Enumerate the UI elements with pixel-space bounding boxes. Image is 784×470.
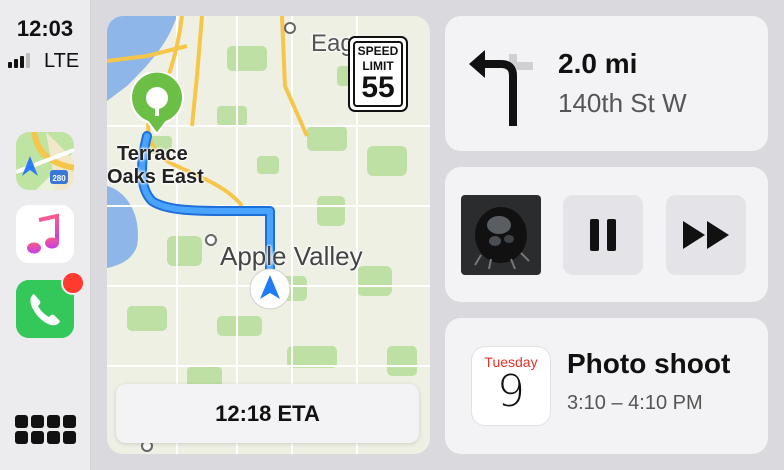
maps-app-icon[interactable]: 280 (16, 132, 74, 190)
event-title: Photo shoot (567, 348, 731, 379)
album-artwork[interactable] (461, 195, 541, 275)
notification-badge (61, 271, 85, 295)
maneuver-street: 140th St W (558, 88, 687, 118)
dock-sidebar: 12:03 LTE 280 (0, 0, 91, 470)
app-grid-icon[interactable] (15, 415, 76, 444)
svg-text:280: 280 (52, 174, 66, 183)
map-label-oaks-east: Oaks East (107, 166, 204, 188)
music-app-icon[interactable] (16, 205, 74, 263)
tree-icon[interactable] (128, 72, 186, 138)
event-time: 3:10 – 4:10 PM (567, 392, 703, 414)
navigation-card[interactable]: 2.0 mi 140th St W (445, 16, 768, 151)
signal-strength-icon (8, 53, 30, 68)
navigation-arrow-icon (248, 267, 292, 311)
calendar-date: 9 (497, 366, 525, 417)
pause-button[interactable] (563, 195, 643, 275)
turn-left-icon (467, 46, 539, 126)
map-view[interactable]: Eag Terrace Oaks East Apple Valley SPEED… (107, 16, 430, 454)
network-type: LTE (44, 50, 80, 72)
pause-icon (590, 219, 616, 251)
next-track-button[interactable] (666, 195, 746, 275)
speed-limit-value: 55 (361, 71, 395, 104)
now-playing-card (445, 167, 768, 302)
eta-button[interactable]: 12:18 ETA (116, 384, 419, 443)
speed-limit-sign: SPEED LIMIT 55 (348, 36, 408, 112)
status-time: 12:03 (16, 16, 74, 41)
speed-limit-line1: SPEED (357, 44, 399, 58)
fast-forward-icon (683, 221, 729, 249)
calendar-card[interactable]: Tuesday 9 Photo shoot 3:10 – 4:10 PM (445, 318, 768, 454)
calendar-icon: Tuesday 9 (471, 346, 551, 426)
maneuver-distance: 2.0 mi (558, 48, 638, 79)
map-label-terrace: Terrace (117, 143, 188, 165)
